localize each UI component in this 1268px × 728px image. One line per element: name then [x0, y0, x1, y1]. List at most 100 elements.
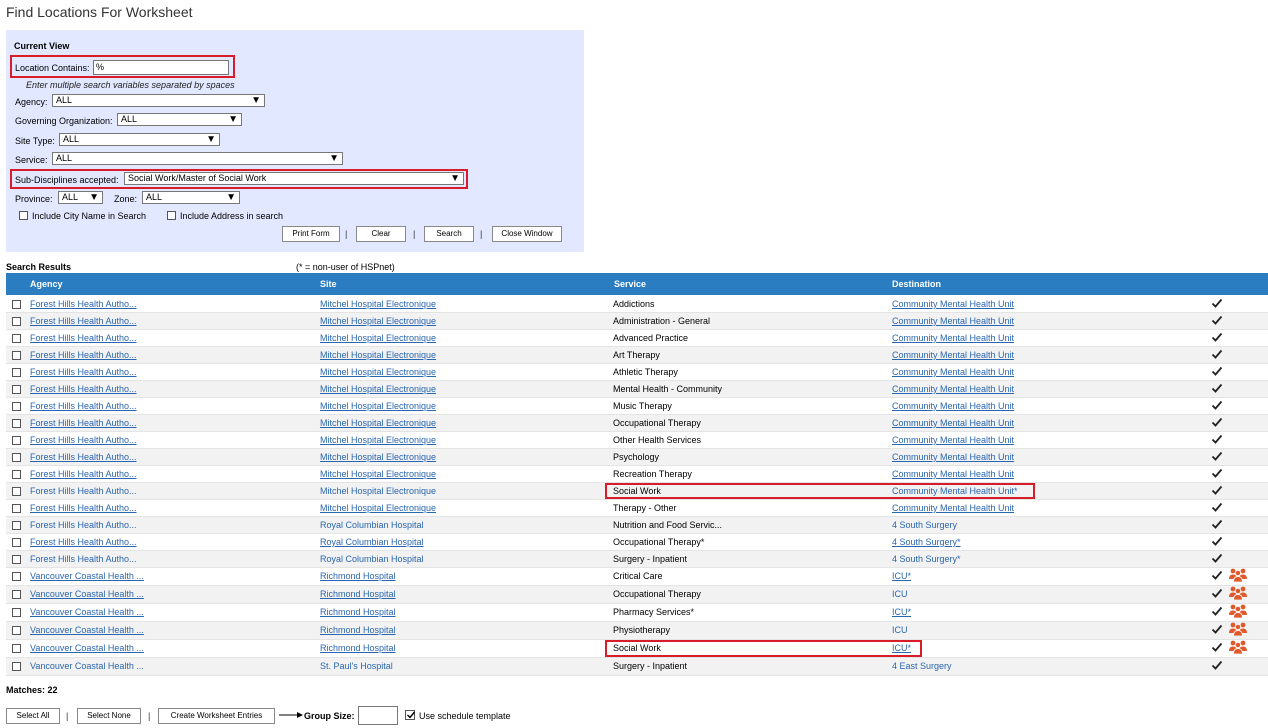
agency-link[interactable]: Forest Hills Health Autho...: [30, 401, 137, 411]
province-select[interactable]: ALL ▼: [58, 191, 103, 204]
destination-link[interactable]: Community Mental Health Unit: [892, 367, 1014, 377]
people-group-icon[interactable]: [1228, 639, 1248, 654]
people-group-icon[interactable]: [1228, 621, 1248, 636]
row-checkbox[interactable]: [12, 453, 21, 462]
destination-link[interactable]: Community Mental Health Unit: [892, 384, 1014, 394]
site-link[interactable]: Royal Columbian Hospital: [320, 554, 424, 564]
col-site[interactable]: Site: [320, 279, 337, 289]
row-checkbox[interactable]: [12, 334, 21, 343]
row-checkbox[interactable]: [12, 572, 21, 581]
site-link[interactable]: Mitchel Hospital Electronique: [320, 435, 436, 445]
agency-link[interactable]: Forest Hills Health Autho...: [30, 384, 137, 394]
table-row[interactable]: Vancouver Coastal Health ... Richmond Hos…: [6, 640, 1268, 658]
site-link[interactable]: Mitchel Hospital Electronique: [320, 333, 436, 343]
site-link[interactable]: Richmond Hospital: [320, 643, 396, 653]
table-row[interactable]: Forest Hills Health Autho... Royal Columb…: [6, 551, 1268, 568]
row-checkbox[interactable]: [12, 504, 21, 513]
site-link[interactable]: Mitchel Hospital Electronique: [320, 452, 436, 462]
destination-link[interactable]: Community Mental Health Unit: [892, 469, 1014, 479]
agency-link[interactable]: Forest Hills Health Autho...: [30, 520, 137, 530]
service-select[interactable]: ALL ▼: [52, 152, 343, 165]
table-row[interactable]: Forest Hills Health Autho... Mitchel Hosp…: [6, 296, 1268, 313]
agency-link[interactable]: Forest Hills Health Autho...: [30, 486, 137, 496]
table-row[interactable]: Forest Hills Health Autho... Mitchel Hosp…: [6, 432, 1268, 449]
destination-link[interactable]: ICU: [892, 625, 908, 635]
table-row[interactable]: Forest Hills Health Autho... Mitchel Hosp…: [6, 330, 1268, 347]
table-row[interactable]: Forest Hills Health Autho... Mitchel Hosp…: [6, 466, 1268, 483]
select-none-button[interactable]: Select None: [77, 708, 141, 724]
agency-link[interactable]: Forest Hills Health Autho...: [30, 350, 137, 360]
destination-link[interactable]: Community Mental Health Unit: [892, 316, 1014, 326]
destination-link[interactable]: Community Mental Health Unit: [892, 350, 1014, 360]
row-checkbox[interactable]: [12, 402, 21, 411]
table-row[interactable]: Forest Hills Health Autho... Royal Columb…: [6, 517, 1268, 534]
use-schedule-checkbox[interactable]: [405, 710, 416, 720]
site-link[interactable]: Royal Columbian Hospital: [320, 537, 424, 547]
row-checkbox[interactable]: [12, 470, 21, 479]
agency-link[interactable]: Forest Hills Health Autho...: [30, 503, 137, 513]
destination-link[interactable]: Community Mental Health Unit: [892, 452, 1014, 462]
col-destination[interactable]: Destination: [892, 279, 941, 289]
include-address-checkbox[interactable]: [167, 211, 176, 220]
agency-link[interactable]: Forest Hills Health Autho...: [30, 299, 137, 309]
row-checkbox[interactable]: [12, 555, 21, 564]
subdisc-select[interactable]: Social Work/Master of Social Work ▼: [124, 172, 464, 185]
table-row[interactable]: Forest Hills Health Autho... Royal Columb…: [6, 534, 1268, 551]
table-row[interactable]: Forest Hills Health Autho... Mitchel Hosp…: [6, 364, 1268, 381]
col-service[interactable]: Service: [614, 279, 646, 289]
agency-link[interactable]: Vancouver Coastal Health ...: [30, 625, 144, 635]
destination-link[interactable]: ICU: [892, 589, 908, 599]
zone-select[interactable]: ALL ▼: [142, 191, 240, 204]
site-link[interactable]: Mitchel Hospital Electronique: [320, 299, 436, 309]
agency-link[interactable]: Forest Hills Health Autho...: [30, 333, 137, 343]
table-row[interactable]: Forest Hills Health Autho... Mitchel Hosp…: [6, 483, 1268, 500]
table-row[interactable]: Forest Hills Health Autho... Mitchel Hosp…: [6, 415, 1268, 432]
destination-link[interactable]: ICU*: [892, 571, 911, 581]
destination-link[interactable]: Community Mental Health Unit: [892, 503, 1014, 513]
row-checkbox[interactable]: [12, 521, 21, 530]
print-form-button[interactable]: Print Form: [282, 226, 340, 242]
site-link[interactable]: Richmond Hospital: [320, 625, 396, 635]
row-checkbox[interactable]: [12, 385, 21, 394]
row-checkbox[interactable]: [12, 644, 21, 653]
table-row[interactable]: Forest Hills Health Autho... Mitchel Hosp…: [6, 347, 1268, 364]
table-row[interactable]: Vancouver Coastal Health ... Richmond Hos…: [6, 604, 1268, 622]
site-link[interactable]: Mitchel Hospital Electronique: [320, 469, 436, 479]
agency-link[interactable]: Vancouver Coastal Health ...: [30, 643, 144, 653]
agency-link[interactable]: Vancouver Coastal Health ...: [30, 589, 144, 599]
close-window-button[interactable]: Close Window: [492, 226, 562, 242]
include-city-checkbox[interactable]: [19, 211, 28, 220]
table-row[interactable]: Vancouver Coastal Health ... Richmond Hos…: [6, 568, 1268, 586]
destination-link[interactable]: Community Mental Health Unit: [892, 333, 1014, 343]
site-link[interactable]: Mitchel Hospital Electronique: [320, 418, 436, 428]
agency-link[interactable]: Forest Hills Health Autho...: [30, 435, 137, 445]
site-type-select[interactable]: ALL ▼: [59, 133, 220, 146]
people-group-icon[interactable]: [1228, 585, 1248, 600]
destination-link[interactable]: 4 South Surgery*: [892, 554, 961, 564]
site-link[interactable]: Mitchel Hospital Electronique: [320, 486, 436, 496]
agency-link[interactable]: Vancouver Coastal Health ...: [30, 571, 144, 581]
people-group-icon[interactable]: [1228, 603, 1248, 618]
table-row[interactable]: Vancouver Coastal Health ... Richmond Hos…: [6, 586, 1268, 604]
row-checkbox[interactable]: [12, 590, 21, 599]
clear-button[interactable]: Clear: [356, 226, 406, 242]
search-button[interactable]: Search: [424, 226, 474, 242]
gov-org-select[interactable]: ALL ▼: [117, 113, 242, 126]
agency-link[interactable]: Forest Hills Health Autho...: [30, 554, 137, 564]
destination-link[interactable]: ICU*: [892, 643, 911, 653]
site-link[interactable]: Mitchel Hospital Electronique: [320, 503, 436, 513]
site-link[interactable]: Mitchel Hospital Electronique: [320, 316, 436, 326]
table-row[interactable]: Vancouver Coastal Health ... St. Paul's H…: [6, 658, 1268, 676]
col-agency[interactable]: Agency: [30, 279, 63, 289]
row-checkbox[interactable]: [12, 300, 21, 309]
table-row[interactable]: Forest Hills Health Autho... Mitchel Hosp…: [6, 381, 1268, 398]
row-checkbox[interactable]: [12, 487, 21, 496]
row-checkbox[interactable]: [12, 419, 21, 428]
agency-link[interactable]: Vancouver Coastal Health ...: [30, 661, 144, 671]
destination-link[interactable]: ICU*: [892, 607, 911, 617]
site-link[interactable]: Royal Columbian Hospital: [320, 520, 424, 530]
agency-link[interactable]: Forest Hills Health Autho...: [30, 367, 137, 377]
destination-link[interactable]: Community Mental Health Unit: [892, 401, 1014, 411]
row-checkbox[interactable]: [12, 436, 21, 445]
agency-link[interactable]: Forest Hills Health Autho...: [30, 469, 137, 479]
